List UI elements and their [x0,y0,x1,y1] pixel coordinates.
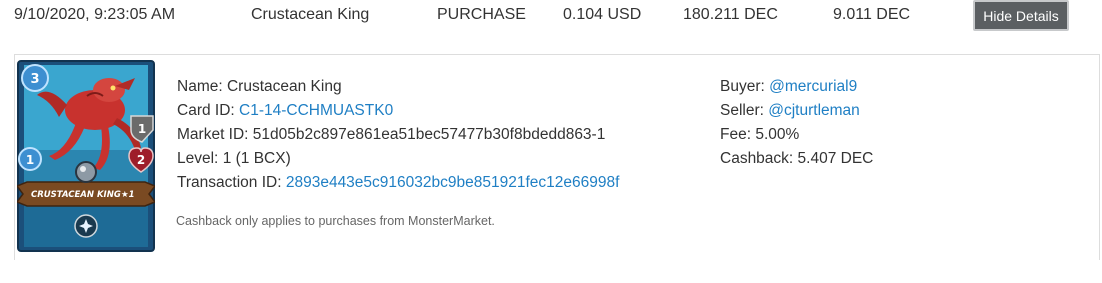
transaction-price-usd: 0.104 USD [563,6,642,23]
speed-badge-icon: 1 [18,147,42,171]
market-id-value: 51d05b2c897e861ea51bec57477b30f8bdedd863… [252,126,606,143]
detail-cashback: Cashback: 5.407 DEC [720,150,874,167]
level-value: 1 (1 BCX) [222,150,291,167]
detail-level: Level: 1 (1 BCX) [177,150,291,167]
transaction-type: PURCHASE [437,6,526,23]
hide-details-button[interactable]: Hide Details [973,0,1069,31]
buyer-link[interactable]: @mercurial9 [769,78,857,95]
transaction-card-name: Crustacean King [251,6,370,23]
transaction-id-link[interactable]: 2893e443e5c916032bc9be851921fec12e66998f [286,174,620,191]
seller-link[interactable]: @cjturtleman [768,102,860,119]
card-level-badge: ★1 [121,190,135,200]
svg-text:2: 2 [137,153,145,167]
detail-transaction-id: Transaction ID: 2893e443e5c916032bc9be85… [177,174,620,191]
svg-text:3: 3 [30,72,39,87]
detail-seller: Seller: @cjturtleman [720,102,860,119]
detail-card-id: Card ID: C1-14-CCHMUASTK0 [177,102,394,119]
svg-text:1: 1 [26,153,34,167]
transaction-row: 9/10/2020, 9:23:05 AM Crustacean King PU… [0,0,1102,34]
rarity-gem-icon [75,161,97,183]
card-title-text: CRUSTACEAN KING [31,190,121,200]
transaction-datetime: 9/10/2020, 9:23:05 AM [14,6,176,23]
cashback-note: Cashback only applies to purchases from … [176,214,495,228]
transaction-price-dec: 180.211 DEC [683,6,778,23]
svg-text:1: 1 [138,122,146,136]
card-id-link[interactable]: C1-14-CCHMUASTK0 [239,102,393,119]
card-image: CRUSTACEAN KING ★1 3 1 1 2 [15,60,157,252]
detail-name: Name: Crustacean King [177,78,342,95]
card-name-value: Crustacean King [226,78,342,95]
sparkle-icon [74,214,98,238]
mana-badge: 3 [21,64,49,92]
detail-fee: Fee: 5.00% [720,126,800,143]
cashback-value: 5.407 DEC [797,150,874,167]
detail-buyer: Buyer: @mercurial9 [720,78,858,95]
transaction-fee-dec: 9.011 DEC [833,6,911,23]
detail-market-id: Market ID: 51d05b2c897e861ea51bec57477b3… [177,126,606,143]
fee-value: 5.00% [755,126,800,143]
